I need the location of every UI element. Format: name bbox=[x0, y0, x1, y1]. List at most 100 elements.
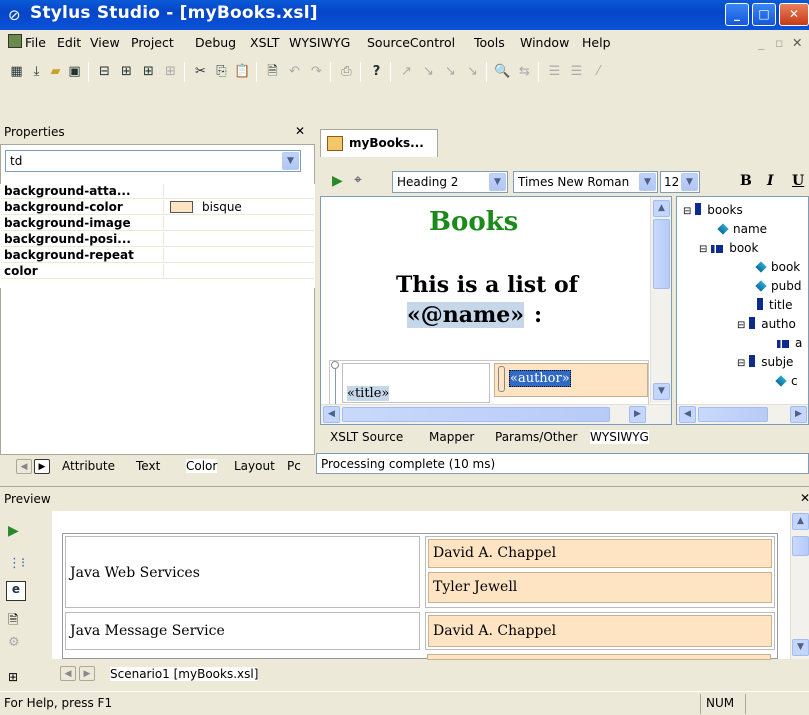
bookmark-clear-icon[interactable]: ↘ bbox=[464, 63, 481, 80]
bookmark-next-icon[interactable]: ↘ bbox=[420, 63, 437, 80]
property-row[interactable]: background-image bbox=[1, 216, 314, 231]
close-button[interactable]: ✕ bbox=[779, 3, 809, 26]
property-row[interactable]: background-atta... bbox=[1, 184, 314, 199]
chevron-down-icon[interactable]: ▼ bbox=[639, 173, 656, 191]
font-select[interactable]: Times New Roman ▼ bbox=[513, 171, 658, 193]
tree-node[interactable]: ⊟ book bbox=[699, 241, 758, 255]
menu-tools[interactable]: Tools bbox=[474, 35, 505, 50]
print-icon[interactable]: ⎙ bbox=[338, 63, 355, 80]
chevron-down-icon[interactable]: ▼ bbox=[282, 152, 299, 170]
property-value[interactable] bbox=[163, 184, 313, 198]
menu-sourcecontrol[interactable]: SourceControl bbox=[367, 35, 455, 50]
paste-icon[interactable]: 📋 bbox=[234, 63, 251, 80]
tree-horizontal-scrollbar[interactable]: ◀ ▶ bbox=[677, 404, 808, 424]
property-row[interactable]: background-posi... bbox=[1, 232, 314, 247]
tab-scroll-right-icon[interactable]: ▶ bbox=[34, 459, 50, 474]
wysiwyg-canvas[interactable]: Books This is a list of «@name» : «title… bbox=[320, 196, 672, 425]
browser-view-icon[interactable]: e bbox=[6, 581, 26, 601]
property-row[interactable]: color bbox=[1, 264, 314, 279]
property-value[interactable] bbox=[163, 248, 313, 262]
tree-node[interactable]: a bbox=[777, 336, 802, 350]
maximize-button[interactable]: □ bbox=[752, 3, 776, 26]
size-select[interactable]: 12 ▼ bbox=[660, 171, 700, 193]
download-icon[interactable]: ⤓ bbox=[28, 63, 45, 80]
grid-disabled-icon[interactable]: ⊞ bbox=[162, 63, 179, 80]
tab-scenario1[interactable]: Scenario1 [myBooks.xsl] bbox=[110, 667, 259, 681]
scroll-up-icon[interactable]: ▲ bbox=[792, 513, 809, 530]
title-cell[interactable]: «title» bbox=[342, 363, 490, 403]
menu-view[interactable]: View bbox=[90, 35, 120, 50]
italic-button[interactable]: I bbox=[767, 173, 774, 189]
undo-icon[interactable]: ↶ bbox=[286, 63, 303, 80]
tab-scroll-right-icon[interactable]: ▶ bbox=[79, 666, 95, 681]
bold-button[interactable]: B bbox=[740, 173, 752, 189]
open-folder-icon[interactable]: ▰ bbox=[47, 63, 64, 80]
copy-icon[interactable]: ⎘ bbox=[213, 63, 230, 80]
grid-arrow-icon[interactable]: ⊞ bbox=[140, 63, 157, 80]
menu-wysiwyg[interactable]: WYSIWYG bbox=[289, 35, 350, 50]
tree-view-icon[interactable]: ⋮⁝ bbox=[8, 556, 25, 571]
scroll-thumb[interactable] bbox=[792, 536, 809, 556]
mdi-close-button[interactable]: ✕ bbox=[792, 35, 802, 50]
save-icon[interactable]: ▣ bbox=[66, 63, 83, 80]
new-project-icon[interactable]: ▦ bbox=[8, 63, 25, 80]
template-table[interactable]: «title» «author» bbox=[329, 360, 649, 405]
replace-icon[interactable]: ⇆ bbox=[516, 63, 533, 80]
preview-output[interactable]: Java Web Services David A. Chappel Tyler… bbox=[52, 511, 809, 660]
tab-wysiwyg[interactable]: WYSIWYG bbox=[590, 430, 649, 444]
selector-dropdown[interactable]: td ▼ bbox=[5, 150, 301, 172]
menu-help[interactable]: Help bbox=[582, 35, 611, 50]
menu-xslt[interactable]: XSLT bbox=[250, 35, 279, 50]
tab-pc[interactable]: Pc bbox=[287, 459, 301, 473]
indent-left-icon[interactable]: ⊟ bbox=[96, 63, 113, 80]
property-value[interactable] bbox=[163, 232, 313, 246]
outdent-icon[interactable]: ☰ bbox=[568, 63, 585, 80]
properties-close-icon[interactable]: ✕ bbox=[295, 124, 305, 138]
preview-tool-icon[interactable]: ⌖ bbox=[354, 172, 362, 188]
property-value[interactable] bbox=[163, 216, 313, 230]
property-row[interactable]: background-color bisque bbox=[1, 200, 314, 215]
doc-tab-mybooks[interactable]: myBooks... bbox=[320, 129, 438, 157]
scroll-down-icon[interactable]: ▼ bbox=[792, 639, 809, 656]
scroll-thumb[interactable] bbox=[653, 219, 670, 289]
settings-icon[interactable]: ⚙ bbox=[8, 635, 20, 650]
intro-text[interactable]: This is a list of bbox=[396, 272, 578, 298]
tab-layout[interactable]: Layout bbox=[234, 459, 275, 473]
grid-view-icon[interactable]: ⊞ bbox=[8, 670, 18, 684]
cut-icon[interactable]: ✂ bbox=[192, 63, 209, 80]
scroll-up-icon[interactable]: ▲ bbox=[653, 200, 670, 217]
author-cell[interactable]: «author» bbox=[494, 363, 648, 397]
tree-node[interactable]: c bbox=[775, 374, 798, 388]
preview-close-icon[interactable]: ✕ bbox=[800, 491, 809, 505]
canvas-vertical-scrollbar[interactable]: ▲ ▼ bbox=[650, 197, 671, 403]
text-view-icon[interactable]: 🗎 bbox=[8, 611, 18, 633]
schema-tree[interactable]: ⊟ books name ⊟ book book pubd title ⊟ au… bbox=[676, 196, 809, 425]
tree-node[interactable]: book bbox=[755, 260, 800, 274]
collapse-icon[interactable]: ⊟ bbox=[737, 320, 745, 331]
bookmark-prev-icon[interactable]: ↘ bbox=[442, 63, 459, 80]
document-icon[interactable]: 🗎 bbox=[264, 63, 281, 80]
find-icon[interactable]: 🔍 bbox=[494, 63, 511, 80]
property-value[interactable] bbox=[163, 264, 313, 278]
redo-icon[interactable]: ↷ bbox=[308, 63, 325, 80]
title-field[interactable]: «title» bbox=[347, 386, 390, 401]
tab-scroll-left-icon[interactable]: ◀ bbox=[16, 459, 32, 474]
chevron-down-icon[interactable]: ▼ bbox=[681, 173, 698, 191]
scroll-left-icon[interactable]: ◀ bbox=[323, 406, 340, 423]
scroll-thumb[interactable] bbox=[342, 407, 610, 422]
name-field[interactable]: «@name» bbox=[407, 302, 525, 328]
minimize-button[interactable]: _ bbox=[725, 3, 749, 26]
collapse-icon[interactable]: ⊟ bbox=[699, 244, 707, 255]
run-icon[interactable]: ▶ bbox=[8, 523, 19, 539]
style-select[interactable]: Heading 2 ▼ bbox=[392, 171, 508, 193]
scroll-left-icon[interactable]: ◀ bbox=[679, 406, 696, 423]
property-row[interactable]: background-repeat bbox=[1, 248, 314, 263]
property-value-cell[interactable]: bisque bbox=[163, 200, 313, 214]
indent-icon[interactable]: ☰ bbox=[546, 63, 563, 80]
help-icon[interactable]: ? bbox=[368, 63, 385, 80]
menu-debug[interactable]: Debug bbox=[195, 35, 236, 50]
scroll-right-icon[interactable]: ▶ bbox=[629, 406, 646, 423]
tree-node[interactable]: pubd bbox=[755, 279, 801, 293]
tree-node[interactable]: ⊟ subje bbox=[737, 355, 793, 369]
grid-icon[interactable]: ⊞ bbox=[118, 63, 135, 80]
